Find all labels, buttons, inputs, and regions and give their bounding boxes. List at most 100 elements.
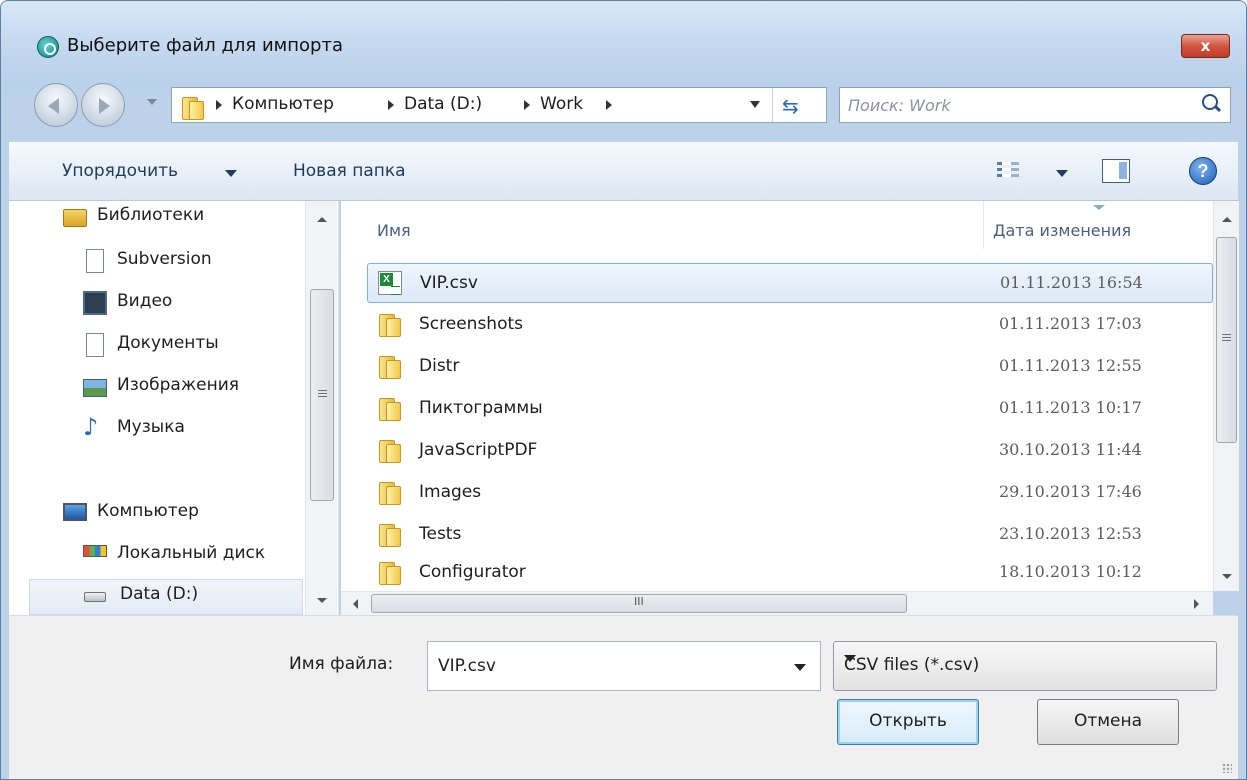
file-date: 23.10.2013 12:53 bbox=[999, 524, 1142, 543]
computer-icon bbox=[63, 503, 87, 521]
breadcrumb-separator-icon[interactable] bbox=[388, 100, 394, 110]
file-list: Имя Дата изменения VIP.csv 01.11.2013 16… bbox=[341, 201, 1213, 615]
file-type-select[interactable]: CSV files (*.csv) bbox=[833, 641, 1217, 691]
tree-item-label: Документы bbox=[117, 333, 219, 353]
document-icon bbox=[86, 249, 104, 273]
file-row[interactable]: Screenshots 01.11.2013 17:03 bbox=[367, 305, 1213, 345]
forward-button[interactable] bbox=[81, 83, 125, 127]
close-button[interactable]: x bbox=[1181, 34, 1230, 58]
tree-item-libraries[interactable]: Библиотеки bbox=[63, 201, 303, 237]
file-name: Пиктограммы bbox=[419, 398, 543, 418]
scroll-down-icon[interactable] bbox=[317, 598, 327, 603]
scroll-up-icon[interactable] bbox=[317, 217, 327, 222]
search-input[interactable] bbox=[848, 92, 1188, 118]
folder-icon bbox=[377, 560, 401, 585]
resize-grip-icon[interactable] bbox=[1222, 763, 1232, 773]
chevron-down-icon[interactable] bbox=[1056, 170, 1068, 177]
nav-scrollbar[interactable] bbox=[305, 201, 337, 615]
tree-item-video[interactable]: Видео bbox=[83, 287, 303, 323]
video-icon bbox=[83, 291, 107, 315]
file-row[interactable]: Пиктограммы 01.11.2013 10:17 bbox=[367, 389, 1213, 429]
file-name: Images bbox=[419, 482, 482, 502]
column-divider[interactable] bbox=[983, 201, 984, 249]
search-icon[interactable] bbox=[1202, 94, 1218, 110]
cancel-button[interactable]: Отмена bbox=[1037, 699, 1179, 745]
scroll-down-icon[interactable] bbox=[1222, 574, 1232, 579]
file-list-hscroll-thumb[interactable]: III bbox=[371, 594, 907, 613]
tree-item-local-disk[interactable]: Локальный диск bbox=[83, 539, 303, 575]
tree-item-label: Компьютер bbox=[97, 501, 199, 521]
music-icon: ♪ bbox=[83, 413, 99, 441]
file-row[interactable]: Tests 23.10.2013 12:53 bbox=[367, 515, 1213, 555]
tree-item-label: Видео bbox=[117, 291, 173, 311]
column-header-name[interactable]: Имя bbox=[377, 221, 411, 240]
scroll-up-icon[interactable] bbox=[1222, 217, 1232, 222]
file-date: 29.10.2013 17:46 bbox=[999, 482, 1142, 501]
views-icon[interactable] bbox=[997, 162, 1019, 180]
file-date: 01.11.2013 16:54 bbox=[1000, 273, 1143, 292]
breadcrumb-folder[interactable]: Work bbox=[540, 94, 583, 114]
folder-icon bbox=[377, 354, 401, 379]
file-date: 01.11.2013 12:55 bbox=[999, 356, 1142, 375]
libraries-icon bbox=[63, 209, 87, 227]
folder-icon bbox=[377, 312, 401, 337]
tree-item-pictures[interactable]: Изображения bbox=[83, 371, 303, 407]
file-name: JavaScriptPDF bbox=[419, 440, 538, 460]
title-bar: Выберите файл для импорта x Компьютер Da… bbox=[1, 1, 1246, 127]
window-title: Выберите файл для импорта bbox=[67, 35, 343, 56]
tree-item-label: Subversion bbox=[117, 249, 212, 269]
sort-indicator-icon bbox=[1093, 205, 1105, 210]
help-icon[interactable]: ? bbox=[1189, 157, 1217, 185]
tree-item-label: Локальный диск bbox=[117, 543, 266, 563]
dialog-footer: Имя файла: CSV files (*.csv) Открыть Отм… bbox=[9, 615, 1238, 779]
back-button[interactable] bbox=[34, 83, 78, 127]
csv-file-icon bbox=[378, 271, 402, 295]
tree-item-subversion[interactable]: Subversion bbox=[83, 245, 303, 281]
new-folder-button[interactable]: Новая папка bbox=[293, 161, 406, 181]
chevron-down-icon[interactable] bbox=[844, 655, 856, 662]
tree-item-label: Data (D:) bbox=[120, 584, 199, 604]
file-row[interactable]: Configurator 18.10.2013 10:12 bbox=[367, 553, 1213, 593]
chevron-down-icon[interactable] bbox=[225, 170, 237, 177]
file-list-hscrollbar[interactable]: III bbox=[341, 591, 1213, 615]
breadcrumb-separator-icon[interactable] bbox=[524, 100, 530, 110]
file-row[interactable]: Images 29.10.2013 17:46 bbox=[367, 473, 1213, 513]
breadcrumb-computer[interactable]: Компьютер bbox=[232, 94, 334, 114]
search-box[interactable] bbox=[839, 87, 1231, 123]
folder-icon bbox=[377, 396, 401, 421]
tree-item-music[interactable]: ♪ Музыка bbox=[83, 413, 303, 449]
file-name: Tests bbox=[419, 524, 462, 544]
file-row[interactable]: Distr 01.11.2013 12:55 bbox=[367, 347, 1213, 387]
refresh-icon[interactable]: ⇆ bbox=[782, 94, 799, 118]
address-bar[interactable]: Компьютер Data (D:) Work ⇆ bbox=[171, 87, 827, 123]
file-list-vscroll-thumb[interactable] bbox=[1216, 237, 1237, 443]
file-name: Distr bbox=[419, 356, 460, 376]
breadcrumb-separator-icon[interactable] bbox=[606, 100, 612, 110]
file-list-vscrollbar[interactable] bbox=[1213, 201, 1239, 591]
file-date: 30.10.2013 11:44 bbox=[999, 440, 1142, 459]
tree-item-label: Музыка bbox=[117, 417, 185, 437]
organize-menu[interactable]: Упорядочить bbox=[62, 161, 178, 181]
breadcrumb-separator-icon[interactable] bbox=[216, 100, 222, 110]
preview-pane-icon[interactable] bbox=[1102, 159, 1130, 183]
breadcrumb-drive[interactable]: Data (D:) bbox=[404, 94, 482, 114]
nav-scroll-thumb[interactable] bbox=[310, 289, 334, 501]
filename-combobox[interactable] bbox=[427, 641, 821, 691]
address-history-icon[interactable] bbox=[750, 101, 760, 108]
scroll-left-icon[interactable] bbox=[353, 599, 358, 609]
scroll-right-icon[interactable] bbox=[1194, 599, 1199, 609]
folder-icon bbox=[377, 522, 401, 547]
address-divider bbox=[772, 88, 773, 122]
navigation-pane: Библиотеки Subversion Видео Документы Из… bbox=[9, 201, 339, 615]
chevron-down-icon[interactable] bbox=[794, 664, 806, 671]
filename-input[interactable] bbox=[438, 654, 778, 678]
tree-item-documents[interactable]: Документы bbox=[83, 329, 303, 365]
tree-item-computer[interactable]: Компьютер bbox=[63, 497, 303, 533]
column-header-date[interactable]: Дата изменения bbox=[993, 221, 1131, 240]
file-row[interactable]: JavaScriptPDF 30.10.2013 11:44 bbox=[367, 431, 1213, 471]
recent-locations-icon[interactable] bbox=[147, 99, 157, 105]
file-row-vip-csv[interactable]: VIP.csv 01.11.2013 16:54 bbox=[367, 263, 1213, 303]
tree-item-data-drive[interactable]: Data (D:) bbox=[29, 579, 303, 615]
open-button[interactable]: Открыть bbox=[837, 699, 979, 745]
filename-label: Имя файла: bbox=[289, 654, 394, 674]
